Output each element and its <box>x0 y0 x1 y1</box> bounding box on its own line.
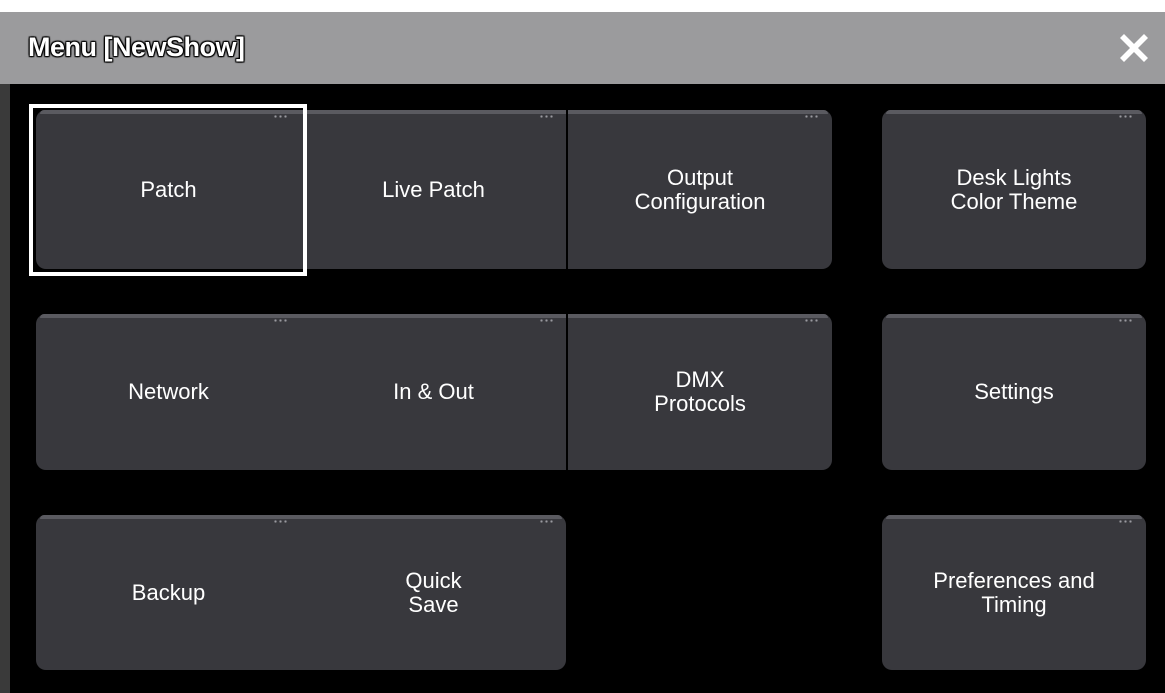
more-options-icon[interactable] <box>539 115 555 119</box>
more-options-icon[interactable] <box>804 319 820 323</box>
dmx-protocols-button[interactable]: DMX Protocols <box>568 314 832 470</box>
tile-group-network: Network In & Out DMX Protocols <box>36 314 832 470</box>
live-patch-button[interactable]: Live Patch <box>301 110 566 269</box>
preferences-timing-button[interactable]: Preferences and Timing <box>882 515 1146 670</box>
tile-group-settings: Settings <box>882 314 1146 470</box>
desk-lights-label-line2: Color Theme <box>950 188 1078 214</box>
tile-group-preferences: Preferences and Timing <box>882 515 1146 670</box>
more-options-icon[interactable] <box>804 115 820 119</box>
tile-group-backup: Backup Quick Save <box>36 515 566 670</box>
more-options-icon[interactable] <box>1118 319 1134 323</box>
more-options-icon[interactable] <box>273 319 289 323</box>
network-label: Network <box>128 379 209 404</box>
more-options-icon[interactable] <box>1118 115 1134 119</box>
more-options-icon[interactable] <box>539 319 555 323</box>
left-edge <box>0 84 10 693</box>
output-configuration-label-line2: Configuration <box>634 188 766 214</box>
focus-highlight <box>29 104 307 276</box>
more-options-icon[interactable] <box>1118 520 1134 524</box>
network-button[interactable]: Network <box>36 314 301 470</box>
desk-lights-button[interactable]: Desk Lights Color Theme <box>882 110 1146 269</box>
tile-group-desk-lights: Desk Lights Color Theme <box>882 110 1146 269</box>
preferences-label-line2: Timing <box>981 591 1047 617</box>
more-options-icon[interactable] <box>273 520 289 524</box>
settings-button[interactable]: Settings <box>882 314 1146 470</box>
output-configuration-label-line1: Output <box>666 164 734 190</box>
in-out-button[interactable]: In & Out <box>301 314 566 470</box>
menu-window: Menu [NewShow] Patch Live Patch Output C… <box>0 12 1165 693</box>
dmx-protocols-label-line1: DMX <box>675 367 725 392</box>
output-configuration-button[interactable]: Output Configuration <box>568 110 832 269</box>
quick-save-button[interactable]: Quick Save <box>301 515 566 670</box>
desk-lights-label-line1: Desk Lights <box>956 164 1072 190</box>
backup-button[interactable]: Backup <box>36 515 301 670</box>
close-icon[interactable] <box>1116 30 1152 66</box>
in-out-label: In & Out <box>393 379 474 404</box>
backup-label: Backup <box>131 579 206 605</box>
window-title: Menu [NewShow] <box>28 32 245 62</box>
preferences-label-line1: Preferences and <box>933 567 1095 593</box>
quick-save-label-line1: Quick <box>405 567 462 593</box>
live-patch-label: Live Patch <box>382 176 485 202</box>
quick-save-label-line2: Save <box>408 591 459 617</box>
settings-label: Settings <box>974 379 1054 404</box>
dmx-protocols-label-line2: Protocols <box>654 391 746 416</box>
more-options-icon[interactable] <box>539 520 555 524</box>
title-bar: Menu [NewShow] <box>0 12 1165 84</box>
